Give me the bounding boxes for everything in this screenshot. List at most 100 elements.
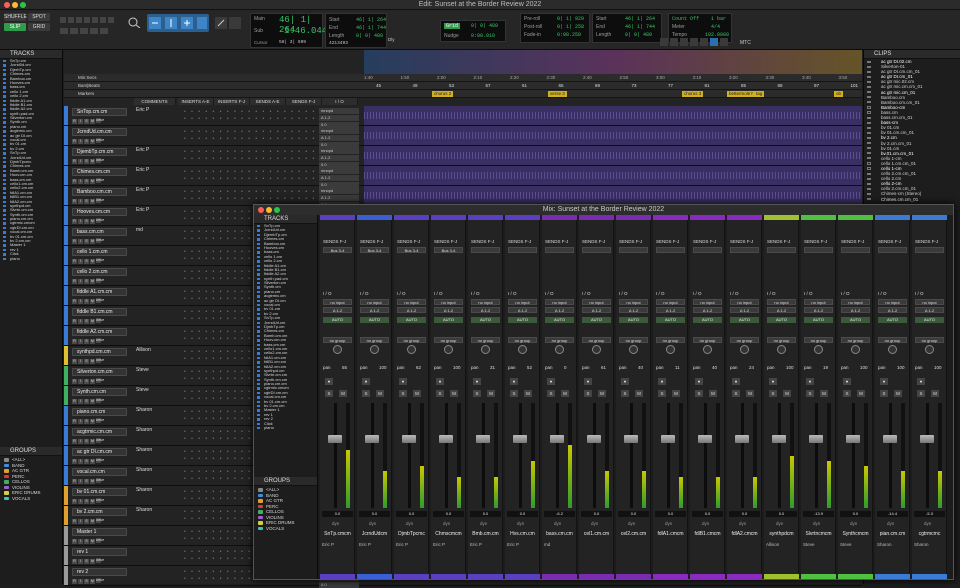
group-selector[interactable]: no group [434, 337, 463, 343]
track-name-field[interactable]: JcrndUd.cm.cm [72, 128, 127, 136]
track-i-button[interactable]: I [78, 439, 83, 444]
input-selector[interactable]: no input [915, 299, 944, 305]
grid-label[interactable]: Grid [444, 23, 461, 29]
track-s-button[interactable]: S [84, 259, 89, 264]
bars-ruler[interactable]: Bars|Beats 45 49 53 57 61 65 69 73 77 81 85 89 97 101 [64, 82, 862, 90]
group-selector[interactable]: no group [619, 337, 648, 343]
automation-mode-button[interactable]: AUTO [619, 317, 648, 323]
track-i-button[interactable]: I [78, 539, 83, 544]
track-m-button[interactable]: M [90, 579, 95, 584]
fader-cap[interactable] [513, 434, 527, 443]
mix-groups-header[interactable]: GROUPS [254, 477, 317, 486]
pan-value[interactable]: 40 [712, 365, 717, 370]
strip-comment[interactable]: Eric P [359, 542, 390, 547]
record-button[interactable]: ● [917, 378, 925, 385]
track-i-button[interactable]: I [78, 199, 83, 204]
track-i-button[interactable]: I [78, 359, 83, 364]
group-selector[interactable]: no group [804, 337, 833, 343]
marker[interactable]: verse 3 [548, 91, 567, 97]
record-button[interactable]: ● [880, 378, 888, 385]
track-s-button[interactable]: S [84, 239, 89, 244]
markers-ruler[interactable]: Markers chorus 2 verse 3 chorus 3 bettermol… [64, 90, 862, 98]
volume-value[interactable]: 0.0 [396, 511, 427, 517]
pan-knob[interactable] [888, 345, 897, 354]
automation-mode-button[interactable]: AUTO [693, 317, 722, 323]
track-name-field[interactable]: Synth.cm.cm [72, 388, 127, 396]
track-r-button[interactable]: R [72, 499, 77, 504]
send-slot[interactable]: Bus 3-4 [397, 247, 426, 253]
pan-knob[interactable] [592, 345, 601, 354]
send-slot[interactable] [804, 247, 833, 253]
track-comment[interactable]: Allison [136, 347, 151, 353]
fader-cap[interactable] [402, 434, 416, 443]
input-selector[interactable]: no input [804, 299, 833, 305]
fader-cap[interactable] [624, 434, 638, 443]
automation-mode-button[interactable]: AUTO [656, 317, 685, 323]
waveform-view-selector[interactable]: wave [96, 438, 104, 443]
input-selector[interactable]: mnopd [319, 108, 359, 114]
track-comment[interactable]: Sharon [136, 487, 152, 493]
track-m-button[interactable]: M [90, 439, 95, 444]
input-selector[interactable]: no input [730, 299, 759, 305]
pan-value[interactable]: 100 [379, 365, 387, 370]
mute-button[interactable]: M [561, 390, 569, 397]
volume-value[interactable]: 0.0 [618, 511, 649, 517]
mute-button[interactable]: M [931, 390, 939, 397]
track-name-field[interactable]: fiddle A2.cm.cm [72, 328, 127, 336]
input-selector[interactable]: no input [693, 299, 722, 305]
automation-mode-button[interactable]: AUTO [767, 317, 796, 323]
record-button[interactable]: ● [769, 378, 777, 385]
group-selector[interactable]: no group [915, 337, 944, 343]
track-m-button[interactable]: M [90, 559, 95, 564]
track-comment[interactable]: Eric P [136, 207, 149, 213]
spot-mode-button[interactable]: SPOT [28, 13, 50, 21]
strip-comment[interactable]: Steve [840, 542, 871, 547]
group-item[interactable]: VOCALS [0, 496, 62, 502]
volume-fader[interactable] [852, 403, 855, 508]
pan-value[interactable]: 19 [823, 365, 828, 370]
pan-value[interactable]: 11 [675, 365, 680, 370]
strip-name[interactable]: bass.cm.cm [544, 531, 575, 537]
record-button[interactable]: ● [695, 378, 703, 385]
track-i-button[interactable]: I [78, 299, 83, 304]
track-s-button[interactable]: S [84, 359, 89, 364]
track-i-button[interactable]: I [78, 279, 83, 284]
track-r-button[interactable]: R [72, 299, 77, 304]
pan-knob[interactable] [777, 345, 786, 354]
track-name-field[interactable]: DjembTp.cm.cm [72, 148, 127, 156]
group-selector[interactable]: no group [508, 337, 537, 343]
track-s-button[interactable]: S [84, 399, 89, 404]
track-r-button[interactable]: R [72, 459, 77, 464]
group-selector[interactable]: no group [360, 337, 389, 343]
volume-value[interactable]: -6.2 [544, 511, 575, 517]
track-comment[interactable]: Sharon [136, 467, 152, 473]
track-i-button[interactable]: I [78, 379, 83, 384]
track-name-field[interactable]: cello 2.cm.cm [72, 268, 127, 276]
send-slot[interactable]: Bus 3-4 [434, 247, 463, 253]
marker[interactable]: tag [754, 91, 765, 97]
strip-name[interactable]: fdlA2.cmcm [729, 531, 760, 537]
track-i-button[interactable]: I [78, 179, 83, 184]
output-selector[interactable]: A 1-2 [508, 307, 537, 313]
strip-name[interactable]: DjmbTpcmc [396, 531, 427, 537]
track-name-field[interactable]: Silverton.cm.cm [72, 368, 127, 376]
fader-cap[interactable] [698, 434, 712, 443]
input-selector[interactable]: no input [434, 299, 463, 305]
track-name-field[interactable]: rev 2 [72, 568, 127, 576]
track-s-button[interactable]: S [84, 459, 89, 464]
track-s-button[interactable]: S [84, 439, 89, 444]
volume-fader[interactable] [630, 403, 633, 508]
track-m-button[interactable]: M [90, 539, 95, 544]
shuffle-mode-button[interactable]: SHUFFLE [4, 13, 27, 21]
pan-knob[interactable] [666, 345, 675, 354]
send-slot[interactable] [619, 247, 648, 253]
fader-cap[interactable] [439, 434, 453, 443]
track-m-button[interactable]: M [90, 319, 95, 324]
track-i-button[interactable]: I [78, 139, 83, 144]
volume-fader[interactable] [704, 403, 707, 508]
pan-value[interactable]: 62 [416, 365, 421, 370]
input-selector[interactable]: no input [656, 299, 685, 305]
mute-button[interactable]: M [672, 390, 680, 397]
track-i-button[interactable]: I [78, 159, 83, 164]
strip-name[interactable]: SnTp.cmcm [322, 531, 353, 537]
